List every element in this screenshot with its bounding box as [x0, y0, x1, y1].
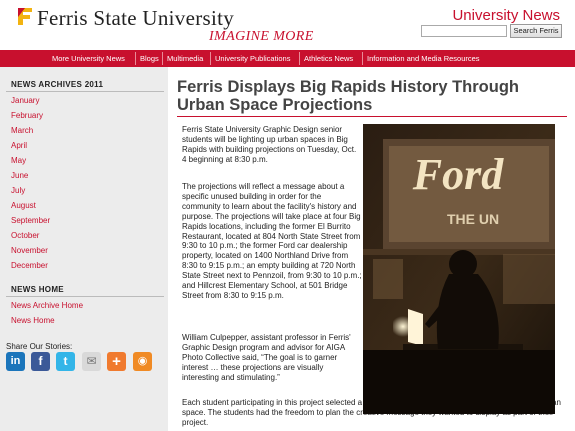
month-link-november[interactable]: November — [11, 246, 48, 255]
divider — [6, 91, 164, 92]
photo-sign-text: Ford — [412, 150, 504, 199]
month-link-september[interactable]: September — [11, 216, 50, 225]
facebook-icon[interactable]: f — [31, 352, 50, 371]
nav-multimedia[interactable]: Multimedia — [167, 50, 203, 67]
brand-tagline: IMAGINE MORE — [209, 29, 314, 44]
news-home-link[interactable]: News Home — [11, 316, 55, 325]
month-link-may[interactable]: May — [11, 156, 26, 165]
site-header: Ferris State University IMAGINE MORE Uni… — [0, 0, 575, 50]
nav-university-publications[interactable]: University Publications — [215, 50, 290, 67]
nav-divider — [162, 52, 163, 65]
nav-divider — [362, 52, 363, 65]
nav-divider — [135, 52, 136, 65]
add-share-icon[interactable]: + — [107, 352, 126, 371]
search-button[interactable]: Search Ferris — [510, 24, 562, 38]
month-link-july[interactable]: July — [11, 186, 25, 195]
nav-divider — [210, 52, 211, 65]
article-title: Ferris Displays Big Rapids History Throu… — [177, 78, 519, 114]
title-divider — [177, 116, 567, 117]
twitter-icon[interactable]: t — [56, 352, 75, 371]
news-archive-home-link[interactable]: News Archive Home — [11, 301, 83, 310]
ferris-logo-icon[interactable] — [18, 8, 32, 25]
nav-athletics-news[interactable]: Athletics News — [304, 50, 353, 67]
news-home-title: NEWS HOME — [11, 285, 64, 294]
university-brand[interactable]: Ferris State University — [37, 6, 234, 31]
sidebar: NEWS ARCHIVES 2011 January February Marc… — [0, 67, 168, 431]
month-link-march[interactable]: March — [11, 126, 33, 135]
nav-divider — [299, 52, 300, 65]
archives-title: NEWS ARCHIVES 2011 — [11, 80, 104, 89]
nav-blogs[interactable]: Blogs — [140, 50, 159, 67]
month-link-january[interactable]: January — [11, 96, 39, 105]
nav-information-media-resources[interactable]: Information and Media Resources — [367, 50, 480, 67]
month-link-june[interactable]: June — [11, 171, 28, 180]
nav-more-university-news[interactable]: More University News — [52, 50, 125, 67]
article-paragraph: The projections will reflect a message a… — [182, 182, 362, 300]
month-link-october[interactable]: October — [11, 231, 39, 240]
photo-sub-text: THE UN — [447, 211, 499, 227]
rss-icon[interactable]: ◉ — [133, 352, 152, 371]
month-link-august[interactable]: August — [11, 201, 36, 210]
divider — [6, 296, 164, 297]
month-link-april[interactable]: April — [11, 141, 27, 150]
search-input[interactable] — [421, 25, 507, 37]
linkedin-icon[interactable]: in — [6, 352, 25, 371]
main-nav: More University News Blogs Multimedia Un… — [0, 50, 575, 67]
email-icon[interactable]: ✉ — [82, 352, 101, 371]
article-paragraph: Ferris State University Graphic Design s… — [182, 125, 357, 164]
article-photo: Ford THE UN — [363, 124, 555, 414]
month-link-february[interactable]: February — [11, 111, 43, 120]
month-link-december[interactable]: December — [11, 261, 48, 270]
site-title[interactable]: University News — [452, 7, 560, 24]
article-paragraph: William Culpepper, assistant professor i… — [182, 333, 351, 382]
share-title: Share Our Stories: — [6, 342, 73, 351]
